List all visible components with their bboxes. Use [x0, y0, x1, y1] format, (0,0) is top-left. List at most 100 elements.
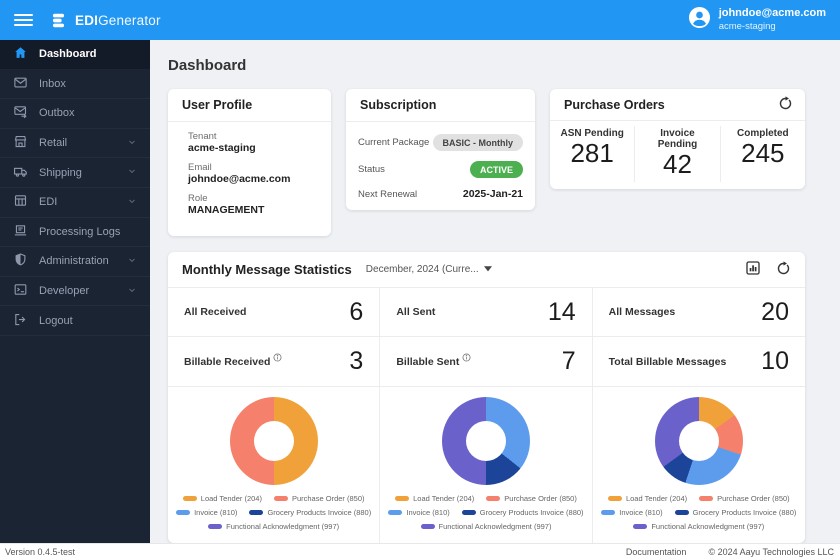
legend-label: Invoice (810)	[194, 508, 237, 517]
chevron-down-icon	[127, 255, 137, 268]
brand-name: EDIGenerator	[75, 13, 161, 28]
sidebar-item-retail[interactable]: Retail	[0, 129, 150, 159]
sidebar-item-edi[interactable]: EDI	[0, 188, 150, 218]
sidebar-item-logout[interactable]: Logout	[0, 306, 150, 336]
package-label: Current Package	[358, 137, 429, 148]
sent-donut-chart	[442, 397, 530, 485]
renewal-value: 2025-Jan-21	[463, 188, 523, 200]
legend-label: Purchase Order (850)	[292, 494, 365, 503]
field-label: Email	[188, 162, 319, 173]
home-icon	[13, 45, 28, 63]
status-badge: ACTIVE	[470, 161, 523, 178]
bar-chart-icon	[745, 260, 761, 279]
user-email: johndoe@acme.com	[719, 7, 826, 21]
legend-item: Invoice (810)	[601, 508, 662, 517]
legend-label: Purchase Order (850)	[717, 494, 790, 503]
bar-chart-view-button[interactable]	[745, 260, 761, 279]
sidebar-item-label: EDI	[39, 196, 57, 208]
user-tenant: acme-staging	[719, 21, 826, 33]
legend-label: Invoice (810)	[406, 508, 449, 517]
legend-label: Functional Acknowledgment (997)	[226, 522, 339, 531]
logout-icon	[13, 312, 28, 330]
stat-value: 10	[761, 347, 789, 376]
page-title: Dashboard	[168, 57, 805, 74]
sidebar-item-outbox[interactable]: Outbox	[0, 99, 150, 129]
legend-label: Purchase Order (850)	[504, 494, 577, 503]
chart-legend: Load Tender (204)Purchase Order (850)Inv…	[601, 494, 797, 531]
legend-label: Invoice (810)	[619, 508, 662, 517]
stat-value: 245	[725, 139, 801, 169]
asn-pending-stat: ASN Pending 281	[550, 126, 635, 182]
sidebar-item-processing-logs[interactable]: Processing Logs	[0, 218, 150, 248]
stat-value: 281	[554, 139, 630, 169]
purchase-orders-title: Purchase Orders	[564, 98, 665, 112]
info-icon[interactable]	[273, 353, 282, 365]
legend-swatch-icon	[249, 510, 263, 515]
refresh-button[interactable]	[778, 96, 793, 114]
legend-label: Load Tender (204)	[413, 494, 474, 503]
subscription-card: Subscription Current Package BASIC - Mon…	[346, 89, 535, 210]
legend-item: Functional Acknowledgment (997)	[633, 522, 764, 531]
hamburger-menu-icon[interactable]	[14, 14, 33, 27]
legend-swatch-icon	[395, 496, 409, 501]
stat-value: 20	[761, 298, 789, 327]
version-label: Version 0.4.5-test	[5, 547, 75, 557]
info-icon[interactable]	[462, 353, 471, 365]
sidebar-item-label: Inbox	[39, 78, 66, 90]
field-value: acme-staging	[188, 142, 319, 154]
legend-swatch-icon	[176, 510, 190, 515]
chart-legend: Load Tender (204) Purchase Order (850) Inv…	[388, 494, 583, 531]
legend-swatch-icon	[274, 496, 288, 501]
legend-item: Purchase Order (850)	[699, 494, 790, 503]
stat-label: Billable Received	[184, 356, 282, 368]
refresh-button[interactable]	[776, 261, 791, 279]
status-label: Status	[358, 164, 385, 175]
sidebar-item-label: Shipping	[39, 167, 82, 179]
sidebar: Dashboard Inbox Outbox Retail Shipping E…	[0, 40, 150, 543]
shield-icon	[13, 252, 28, 270]
field-label: Role	[188, 193, 319, 204]
sidebar-item-administration[interactable]: Administration	[0, 247, 150, 277]
chevron-down-icon	[127, 285, 137, 298]
sidebar-item-label: Logout	[39, 315, 73, 327]
sidebar-item-shipping[interactable]: Shipping	[0, 158, 150, 188]
legend-item: Invoice (810)	[176, 508, 237, 517]
legend-swatch-icon	[183, 496, 197, 501]
footer: Version 0.4.5-test Documentation © 2024 …	[0, 543, 840, 560]
stat-label: All Messages	[609, 306, 676, 318]
top-bar: EDIGenerator johndoe@acme.com acme-stagi…	[0, 0, 840, 40]
chart-legend: Load Tender (204)Purchase Order (850)Inv…	[176, 494, 371, 531]
sidebar-item-label: Processing Logs	[39, 226, 120, 238]
legend-swatch-icon	[388, 510, 402, 515]
sidebar-item-label: Outbox	[39, 107, 74, 119]
legend-item: Purchase Order (850)	[274, 494, 365, 503]
legend-item: Functional Acknowledgment (997)	[208, 522, 339, 531]
period-value: December, 2024 (Curre...	[366, 264, 479, 275]
legend-swatch-icon	[462, 510, 476, 515]
field-value: MANAGEMENT	[188, 204, 319, 216]
sidebar-item-dashboard[interactable]: Dashboard	[0, 40, 150, 70]
stat-label: All Received	[184, 306, 246, 318]
subscription-title: Subscription	[346, 89, 535, 122]
legend-item: Functional Acknowledgment (997)	[421, 522, 552, 531]
store-icon	[13, 134, 28, 152]
sidebar-item-inbox[interactable]: Inbox	[0, 70, 150, 100]
chevron-down-icon	[127, 196, 137, 209]
user-profile-title: User Profile	[168, 89, 331, 122]
refresh-icon	[776, 261, 791, 279]
outbox-envelope-icon	[13, 104, 28, 122]
sidebar-item-label: Administration	[39, 255, 109, 267]
stat-value: 7	[562, 347, 576, 376]
documentation-link[interactable]: Documentation	[626, 547, 687, 557]
field-label: Tenant	[188, 131, 319, 142]
logs-icon	[13, 223, 28, 241]
stat-label-text: Billable Received	[184, 356, 270, 368]
email-field: Email johndoe@acme.com	[188, 162, 319, 185]
sidebar-item-developer[interactable]: Developer	[0, 277, 150, 307]
caret-down-icon	[484, 264, 492, 275]
period-dropdown[interactable]: December, 2024 (Curre...	[366, 264, 492, 275]
received-donut-chart	[230, 397, 318, 485]
user-menu[interactable]: johndoe@acme.com acme-staging	[688, 6, 826, 34]
sidebar-item-label: Retail	[39, 137, 67, 149]
app-logo[interactable]: EDIGenerator	[49, 11, 161, 30]
